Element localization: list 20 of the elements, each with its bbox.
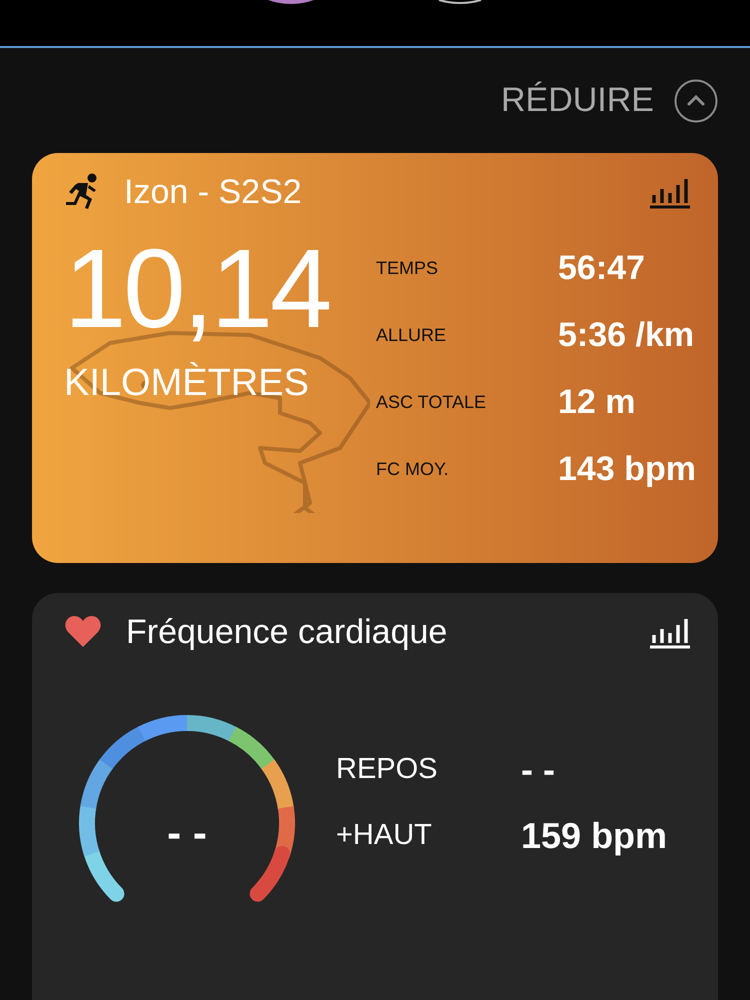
stat-label: TEMPS xyxy=(376,257,440,280)
stat-value: 143 bpm xyxy=(558,449,696,490)
stat-label: REPOS xyxy=(336,752,439,788)
stat-value: 12 m xyxy=(558,382,636,423)
gauge-value: - - xyxy=(167,809,207,856)
stat-value: 159 bpm xyxy=(521,814,668,858)
activity-title: Izon - S2S2 xyxy=(124,172,302,213)
stat-value: 56:47 xyxy=(558,248,645,289)
stat-label: ASC TOTALE xyxy=(376,391,488,414)
card-title: Fréquence cardiaque xyxy=(126,612,448,653)
chevron-up-icon xyxy=(674,78,718,122)
stat-value: 5:36 /km xyxy=(558,315,694,356)
collapse-button[interactable]: RÉDUIRE xyxy=(500,75,718,126)
distance-value: 10,14 xyxy=(64,233,330,345)
stat-value: - - xyxy=(521,748,555,792)
stat-label: ALLURE xyxy=(376,324,448,347)
heart-icon xyxy=(64,615,102,649)
stat-label: FC MOY. xyxy=(376,458,450,481)
distance-unit: KILOMÈTRES xyxy=(64,361,310,406)
stat-label: +HAUT xyxy=(336,818,433,854)
